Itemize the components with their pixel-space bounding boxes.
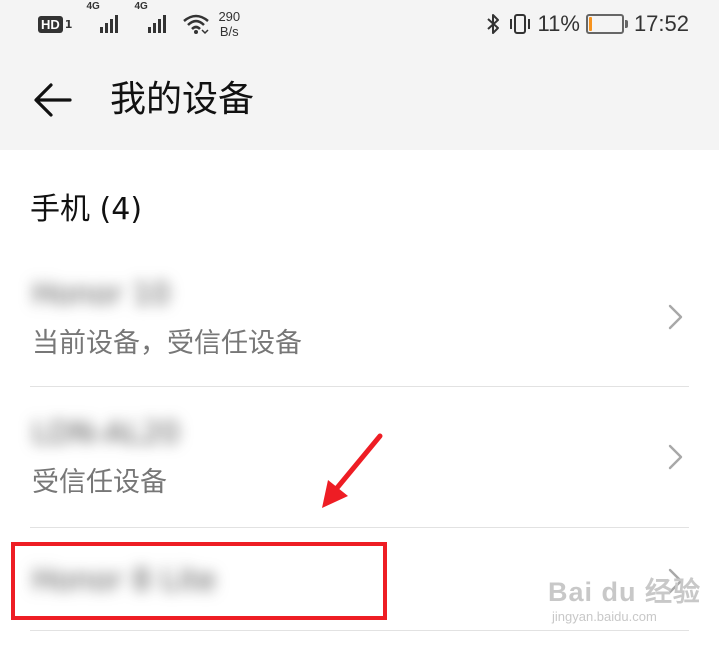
device-name: Honor 10 <box>32 277 171 312</box>
red-arrow-icon <box>322 433 383 508</box>
watermark-url: jingyan.baidu.com <box>552 609 657 624</box>
divider <box>30 630 689 631</box>
device-status: 受信任设备 <box>32 467 167 498</box>
network-speed: 290 B/s <box>218 9 240 39</box>
title-bar: 我的设备 <box>0 48 719 150</box>
battery-percent: 11% <box>537 11 580 36</box>
vibrate-icon <box>509 14 530 34</box>
section-title: 手机 (4) <box>30 192 143 227</box>
signal-icon-1: 4G <box>86 1 120 33</box>
clock: 17:52 <box>633 11 689 36</box>
baidu-watermark: Bai du 经验 jingyan.baidu.com <box>548 570 701 624</box>
wifi-icon <box>183 14 210 35</box>
status-bar-right: 11% 17:52 <box>486 8 689 40</box>
network-type-1: 4G <box>86 1 100 12</box>
device-name: LDN-AL20 <box>32 416 180 451</box>
divider <box>30 386 689 387</box>
signal-icon-2: 4G <box>134 1 168 33</box>
back-arrow-icon[interactable] <box>32 81 74 119</box>
device-row[interactable]: Honor 10 当前设备，受信任设备 <box>0 266 719 386</box>
battery-icon <box>585 14 628 34</box>
speed-value: 290 <box>218 9 241 24</box>
chevron-right-icon <box>668 444 683 470</box>
chevron-right-icon <box>668 304 683 330</box>
hd-badge: HD <box>38 15 63 33</box>
device-status: 当前设备，受信任设备 <box>32 328 302 359</box>
bluetooth-icon <box>486 14 499 34</box>
watermark-brand: Bai du 经验 <box>548 577 702 607</box>
highlight-box <box>11 542 387 620</box>
status-bar: HD 1 4G 4G 290 B/s 11% 17:52 <box>0 0 719 48</box>
sim-number: 1 <box>64 17 73 31</box>
speed-unit: B/s <box>219 24 239 39</box>
status-bar-left: HD 1 4G 4G 290 B/s <box>38 1 240 40</box>
network-type-2: 4G <box>134 1 148 12</box>
divider <box>30 527 689 528</box>
page-title: 我的设备 <box>110 79 255 120</box>
